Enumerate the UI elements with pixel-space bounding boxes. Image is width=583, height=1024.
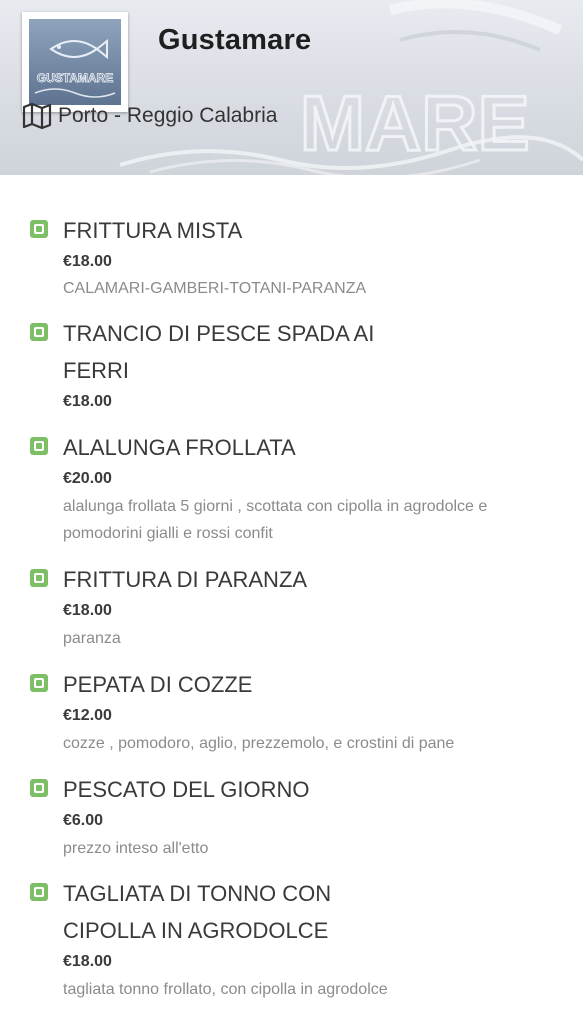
menu-item-price: €12.00 — [63, 707, 112, 724]
bullet-icon — [30, 437, 48, 455]
bullet-icon — [30, 569, 48, 587]
restaurant-logo: GUSTAMARE — [22, 12, 128, 112]
menu-item-price: €18.00 — [63, 602, 112, 619]
background-mare-text: MARE — [300, 79, 530, 167]
menu-item-price: €18.00 — [63, 253, 112, 270]
menu-item-name: PEPATA DI COZZE — [63, 672, 253, 697]
menu-item-description: paranza — [63, 630, 121, 647]
bullet-icon — [30, 674, 48, 692]
menu-item-name: FRITTURA MISTA — [63, 218, 243, 243]
menu-item-description: CALAMARI-GAMBERI-TOTANI-PARANZA — [63, 280, 367, 297]
menu-item-name: FRITTURA DI PARANZA — [63, 567, 308, 592]
bullet-icon — [30, 220, 48, 238]
bullet-icon — [30, 323, 48, 341]
map-icon — [22, 102, 52, 130]
logo-text: GUSTAMARE — [37, 71, 113, 85]
restaurant-header: MARE GUSTAMARE Gustamare Porto - Reggio — [0, 0, 583, 175]
location-label: Porto - Reggio Calabria — [58, 104, 278, 127]
logo-image: GUSTAMARE — [29, 19, 121, 105]
bullet-icon — [30, 779, 48, 797]
menu-item-description: alalunga frollata 5 giorni , scottata co… — [63, 498, 488, 542]
restaurant-name: Gustamare — [158, 24, 312, 56]
menu-item-price: €18.00 — [63, 393, 112, 410]
menu-item-price: €20.00 — [63, 470, 112, 487]
location-row: Porto - Reggio Calabria — [22, 101, 277, 131]
menu-item-description: tagliata tonno frollato, con cipolla in … — [63, 981, 388, 998]
menu-item-name: TAGLIATA DI TONNO CON CIPOLLA IN AGRODOL… — [63, 881, 332, 943]
menu-item-description: prezzo inteso all'etto — [63, 840, 209, 857]
menu-item-name: ALALUNGA FROLLATA — [63, 435, 296, 460]
menu-item-description: cozze , pomodoro, aglio, prezzemolo, e c… — [63, 735, 455, 752]
menu-item-price: €6.00 — [63, 812, 104, 829]
menu-item-name: TRANCIO DI PESCE SPADA AI FERRI — [63, 321, 375, 383]
menu-item-price: €18.00 — [63, 953, 112, 970]
bullet-icon — [30, 883, 48, 901]
menu-item-name: PESCATO DEL GIORNO — [63, 777, 310, 802]
